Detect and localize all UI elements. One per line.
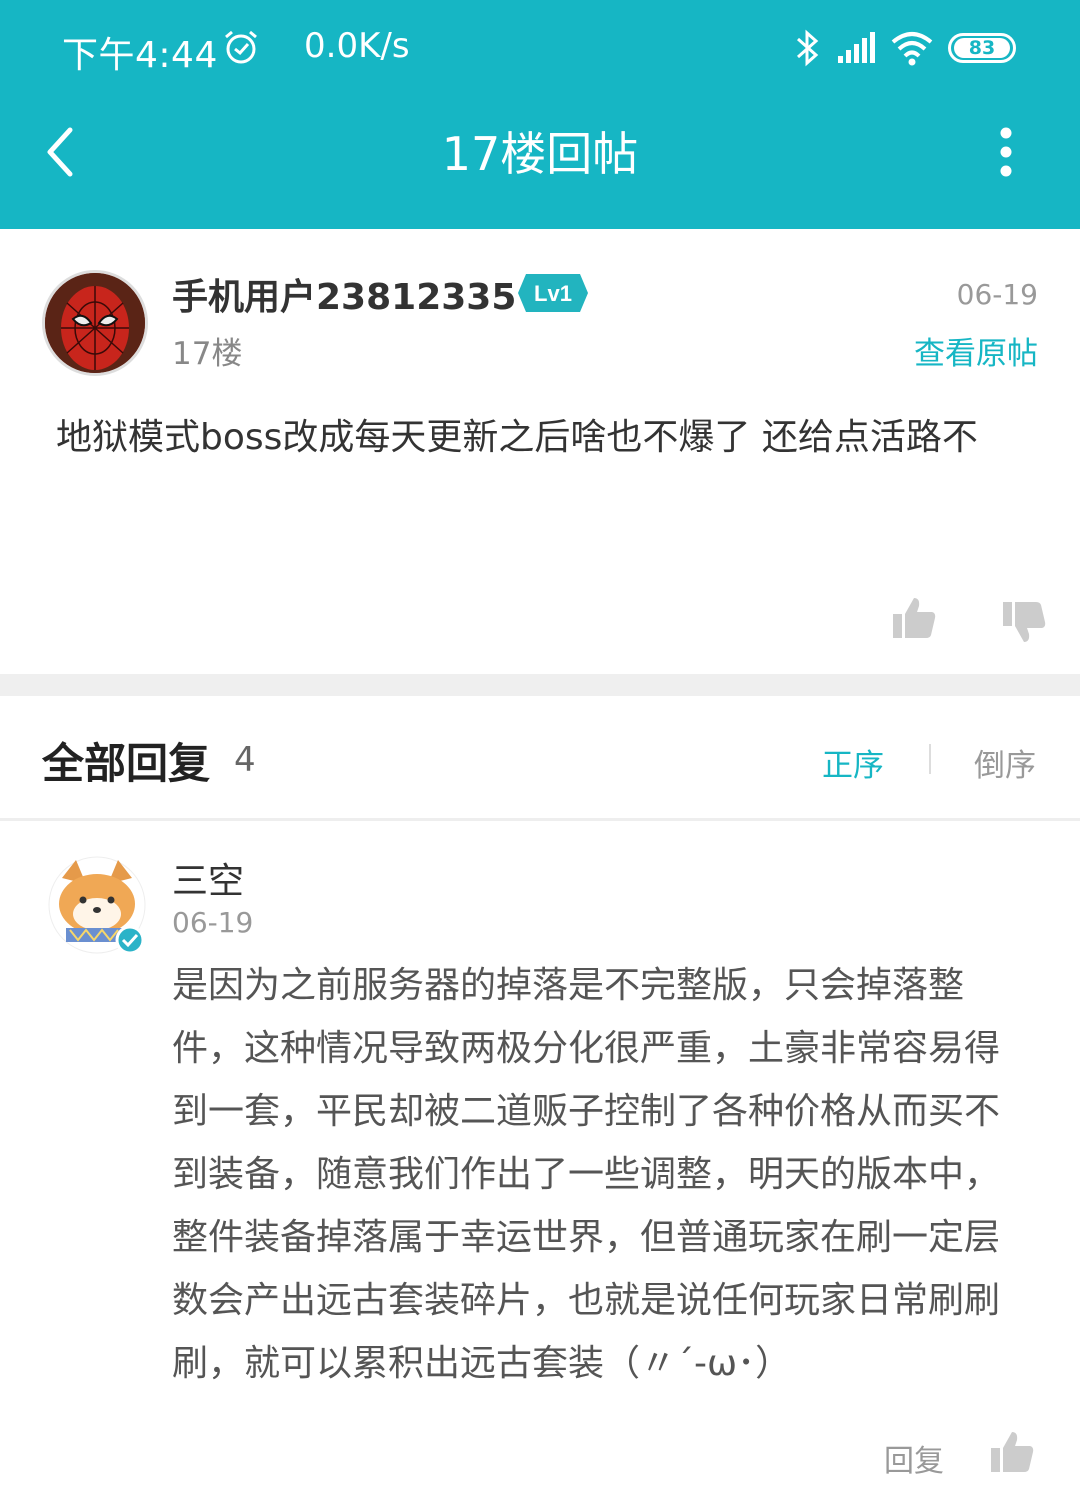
status-bar: 下午4:44 0.0K/s 83 xyxy=(0,0,1080,98)
level-text: Lv1 xyxy=(534,281,572,306)
section-divider xyxy=(0,674,1080,696)
divider-line xyxy=(0,818,1080,821)
alarm-icon xyxy=(225,30,257,64)
thumbs-up-icon[interactable] xyxy=(988,1428,1036,1476)
wifi-icon xyxy=(891,32,933,66)
sort-descending-button[interactable]: 倒序 xyxy=(974,740,1036,785)
battery-icon: 83 xyxy=(948,33,1016,63)
spiderman-avatar-image xyxy=(45,273,145,373)
battery-level: 83 xyxy=(954,38,1010,58)
post-username[interactable]: 手机用户23812335 xyxy=(172,268,516,320)
signal-icon xyxy=(838,32,875,63)
page-title: 17楼回帖 xyxy=(441,127,639,181)
thumbs-down-icon[interactable] xyxy=(1000,598,1048,646)
reply-username[interactable]: 三空 xyxy=(172,852,244,904)
view-original-link[interactable]: 查看原帖 xyxy=(914,328,1038,373)
reply-button[interactable]: 回复 xyxy=(884,1436,944,1480)
avatar[interactable] xyxy=(42,270,148,376)
sort-divider xyxy=(929,744,931,774)
level-badge: Lv1 xyxy=(518,274,588,312)
net-speed: 0.0K/s xyxy=(304,26,410,66)
floor-label: 17楼 xyxy=(172,336,243,372)
reply-date: 06-19 xyxy=(172,906,254,939)
more-vertical-icon[interactable] xyxy=(992,126,1020,178)
post-date: 06-19 xyxy=(956,278,1038,311)
avatar[interactable] xyxy=(48,856,146,954)
thumbs-up-icon[interactable] xyxy=(890,594,938,642)
app-bar: 下午4:44 0.0K/s 83 17楼回帖 xyxy=(0,0,1080,229)
post-content: 地狱模式boss改成每天更新之后啥也不爆了 还给点活路不 xyxy=(56,417,978,458)
bluetooth-icon xyxy=(797,29,819,67)
sort-ascending-button[interactable]: 正序 xyxy=(822,740,884,785)
status-time: 下午4:44 xyxy=(62,35,218,76)
replies-count: 4 xyxy=(234,740,256,780)
replies-title: 全部回复 xyxy=(42,739,211,788)
reply-content: 是因为之前服务器的掉落是不完整版，只会掉落整件，这种情况导致两极分化很严重，土豪… xyxy=(172,965,1001,1384)
